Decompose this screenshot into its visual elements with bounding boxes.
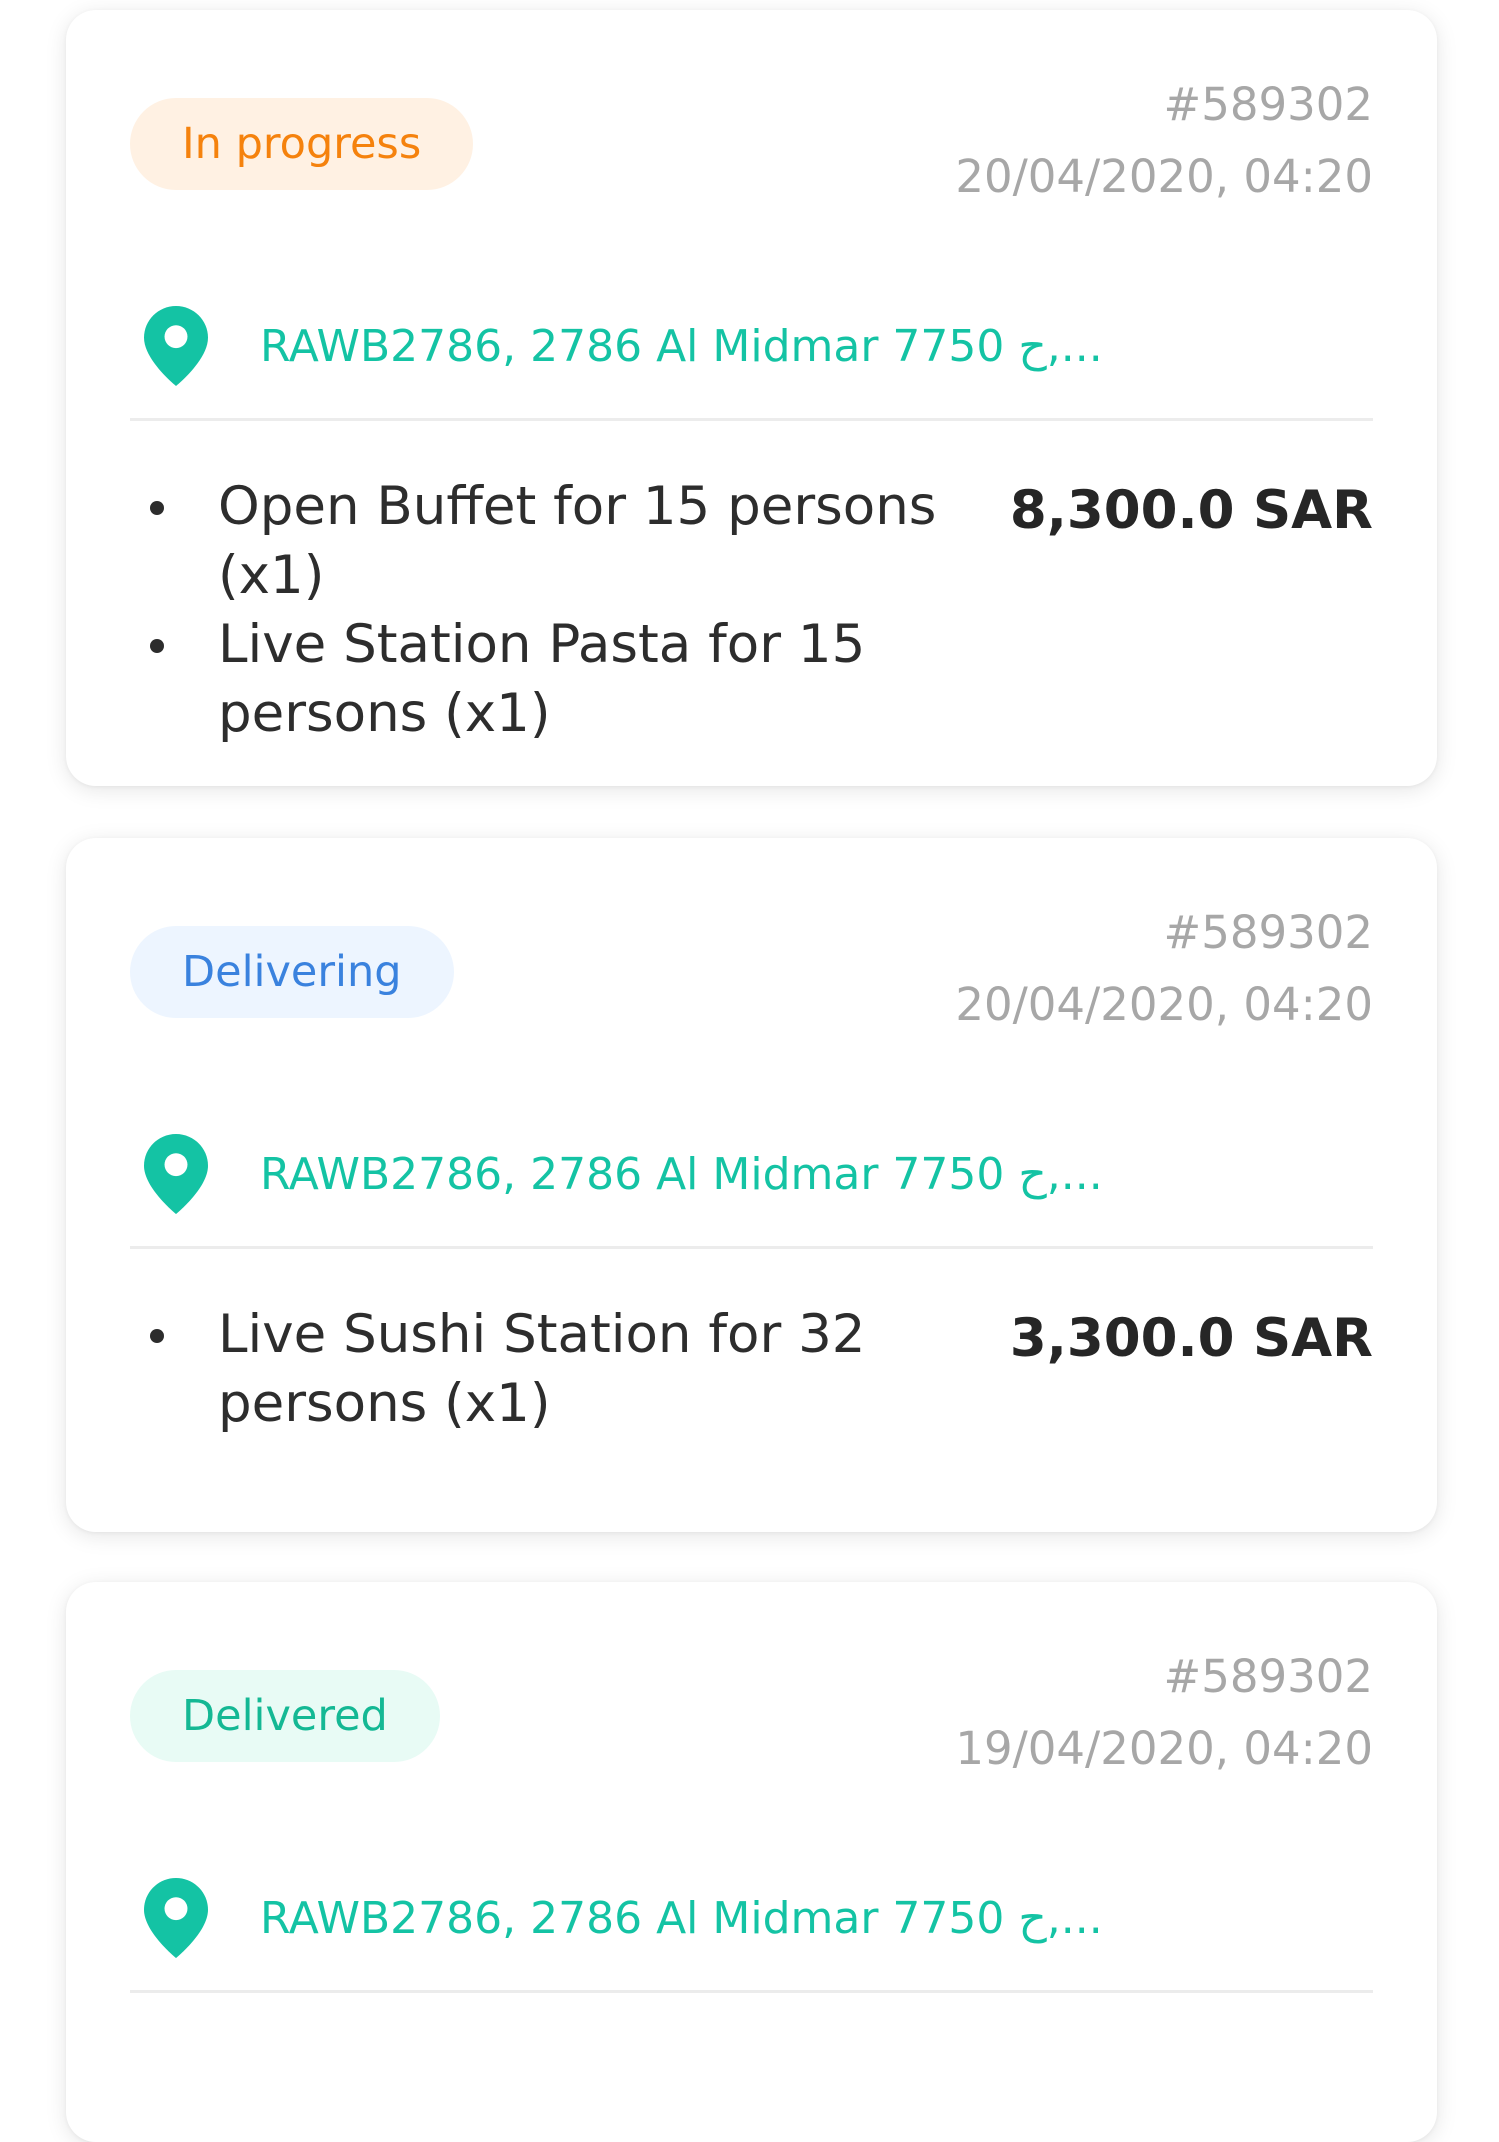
- status-badge: In progress: [130, 98, 474, 190]
- order-card[interactable]: Delivering #589302 20/04/2020, 04:20 RAW…: [66, 838, 1437, 1532]
- order-card[interactable]: In progress #589302 20/04/2020, 04:20 RA…: [66, 10, 1437, 786]
- status-badge: Delivering: [130, 926, 454, 1018]
- list-item: Live Sushi Station for 32 persons (x1): [150, 1300, 1010, 1438]
- order-id: #589302: [1163, 78, 1374, 131]
- status-badge: Delivered: [130, 1670, 440, 1762]
- address-text: RAWB2786, 2786 Al Midmar 7750 ح,...: [260, 1148, 1103, 1200]
- divider: [130, 1246, 1373, 1249]
- order-date: 19/04/2020, 04:20: [955, 1722, 1373, 1775]
- order-card[interactable]: Delivered #589302 19/04/2020, 04:20 RAWB…: [66, 1582, 1437, 2142]
- map-pin-icon: [144, 1134, 208, 1214]
- order-date: 20/04/2020, 04:20: [955, 978, 1373, 1031]
- divider: [130, 418, 1373, 421]
- address-text: RAWB2786, 2786 Al Midmar 7750 ح,...: [260, 1892, 1103, 1944]
- order-items: Live Sushi Station for 32 persons (x1): [150, 1300, 1010, 1438]
- list-item: Live Station Pasta for 15 persons (x1): [150, 610, 1010, 748]
- map-pin-icon: [144, 1878, 208, 1958]
- order-id: #589302: [1163, 906, 1374, 959]
- order-total: 8,300.0 SAR: [1009, 480, 1373, 541]
- delivery-address[interactable]: RAWB2786, 2786 Al Midmar 7750 ح,...: [144, 1878, 1103, 1958]
- order-id: #589302: [1163, 1650, 1374, 1703]
- order-date: 20/04/2020, 04:20: [955, 150, 1373, 203]
- delivery-address[interactable]: RAWB2786, 2786 Al Midmar 7750 ح,...: [144, 1134, 1103, 1214]
- divider: [130, 1990, 1373, 1993]
- address-text: RAWB2786, 2786 Al Midmar 7750 ح,...: [260, 320, 1103, 372]
- list-item: Open Buffet for 15 persons (x1): [150, 472, 1010, 610]
- order-items: Open Buffet for 15 persons (x1) Live Sta…: [150, 472, 1010, 748]
- map-pin-icon: [144, 306, 208, 386]
- order-total: 3,300.0 SAR: [1009, 1308, 1373, 1369]
- delivery-address[interactable]: RAWB2786, 2786 Al Midmar 7750 ح,...: [144, 306, 1103, 386]
